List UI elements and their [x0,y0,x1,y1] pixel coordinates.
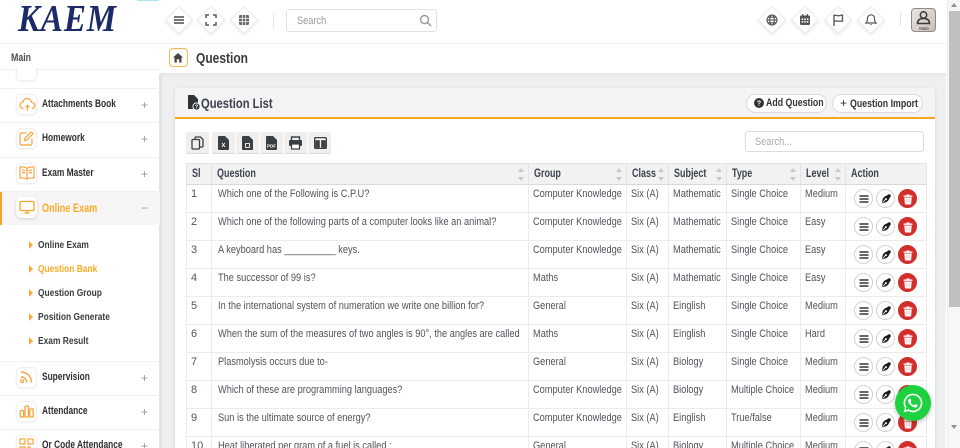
svg-text:x: x [222,142,226,149]
svg-text:PDF: PDF [267,144,276,149]
svg-text:?: ? [757,98,762,107]
